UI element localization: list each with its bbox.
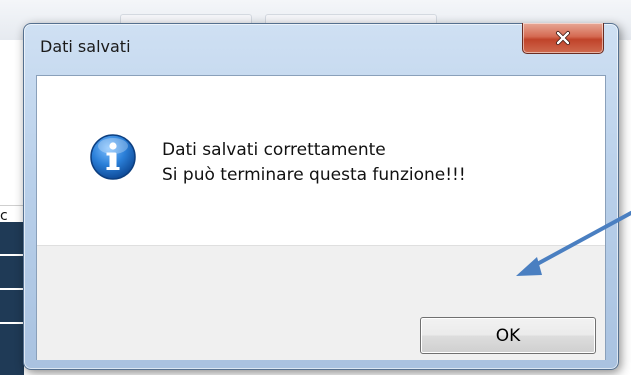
dialog-title: Dati salvati xyxy=(40,37,131,56)
screenshot-stage: c Dati salvati Dati salvati correttament… xyxy=(0,0,631,375)
background-row xyxy=(0,290,24,324)
information-icon xyxy=(90,134,136,180)
message-text: Dati salvati correttamente Si può termin… xyxy=(162,138,466,188)
close-button[interactable] xyxy=(522,23,604,54)
dialog-client-area: Dati salvati correttamente Si può termin… xyxy=(36,75,606,360)
message-line-2: Si può terminare questa funzione!!! xyxy=(162,165,466,185)
dialog-titlebar[interactable]: Dati salvati xyxy=(24,23,618,72)
message-area: Dati salvati correttamente Si può termin… xyxy=(37,76,605,245)
background-row xyxy=(0,222,24,256)
background-row xyxy=(0,256,24,290)
close-icon xyxy=(556,31,570,45)
background-row xyxy=(0,324,24,375)
message-line-1: Dati salvati correttamente xyxy=(162,140,386,160)
message-dialog: Dati salvati Dati salvati correttamente … xyxy=(23,23,619,370)
dialog-button-bar: OK xyxy=(37,245,605,360)
ok-button[interactable]: OK xyxy=(420,317,596,354)
